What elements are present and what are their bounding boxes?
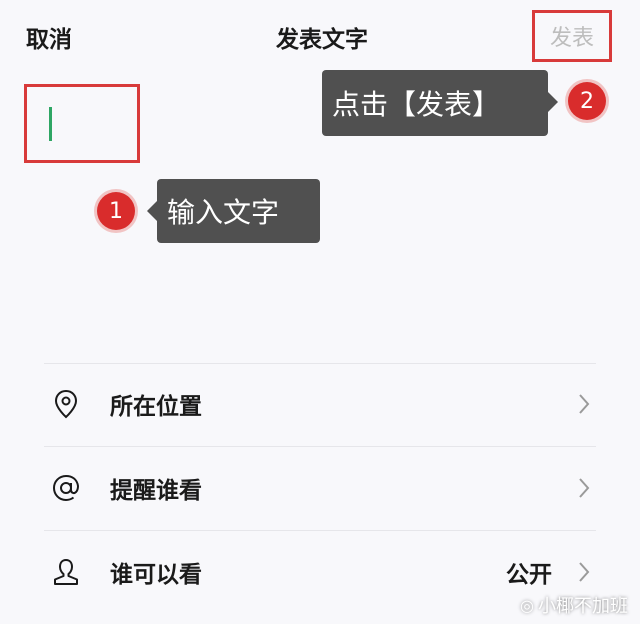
step-badge-1: 1 — [97, 192, 135, 230]
publish-button[interactable]: 发表 — [550, 20, 594, 52]
callout-click-publish-text: 点击【发表】 — [332, 88, 501, 121]
callout-input-text: 输入文字 — [147, 179, 320, 243]
step-badge-2: 2 — [568, 82, 606, 120]
option-location[interactable]: 所在位置 — [44, 364, 596, 444]
watermark-logo-icon: ◎ — [520, 595, 534, 615]
at-sign-icon — [44, 466, 88, 510]
watermark: ◎ 小椰不加班 — [520, 592, 628, 618]
chevron-right-icon — [574, 476, 594, 500]
chevron-right-icon — [574, 392, 594, 416]
text-input-highlight[interactable] — [24, 84, 140, 163]
option-visibility-label: 谁可以看 — [110, 562, 202, 588]
option-visibility-value: 公开 — [506, 562, 552, 588]
option-visibility[interactable]: 谁可以看 公开 — [44, 532, 596, 612]
chevron-right-icon — [574, 560, 594, 584]
text-cursor — [49, 107, 52, 141]
person-icon — [44, 550, 88, 594]
divider — [44, 446, 596, 447]
option-location-label: 所在位置 — [110, 394, 202, 420]
location-pin-icon — [44, 382, 88, 426]
watermark-text: 小椰不加班 — [538, 596, 628, 617]
option-remind[interactable]: 提醒谁看 — [44, 448, 596, 528]
publish-highlight-box: 发表 — [532, 10, 612, 62]
callout-click-publish: 点击【发表】 — [322, 70, 558, 136]
divider — [44, 530, 596, 531]
callout-input-text-label: 输入文字 — [167, 196, 280, 229]
option-remind-label: 提醒谁看 — [110, 478, 202, 504]
